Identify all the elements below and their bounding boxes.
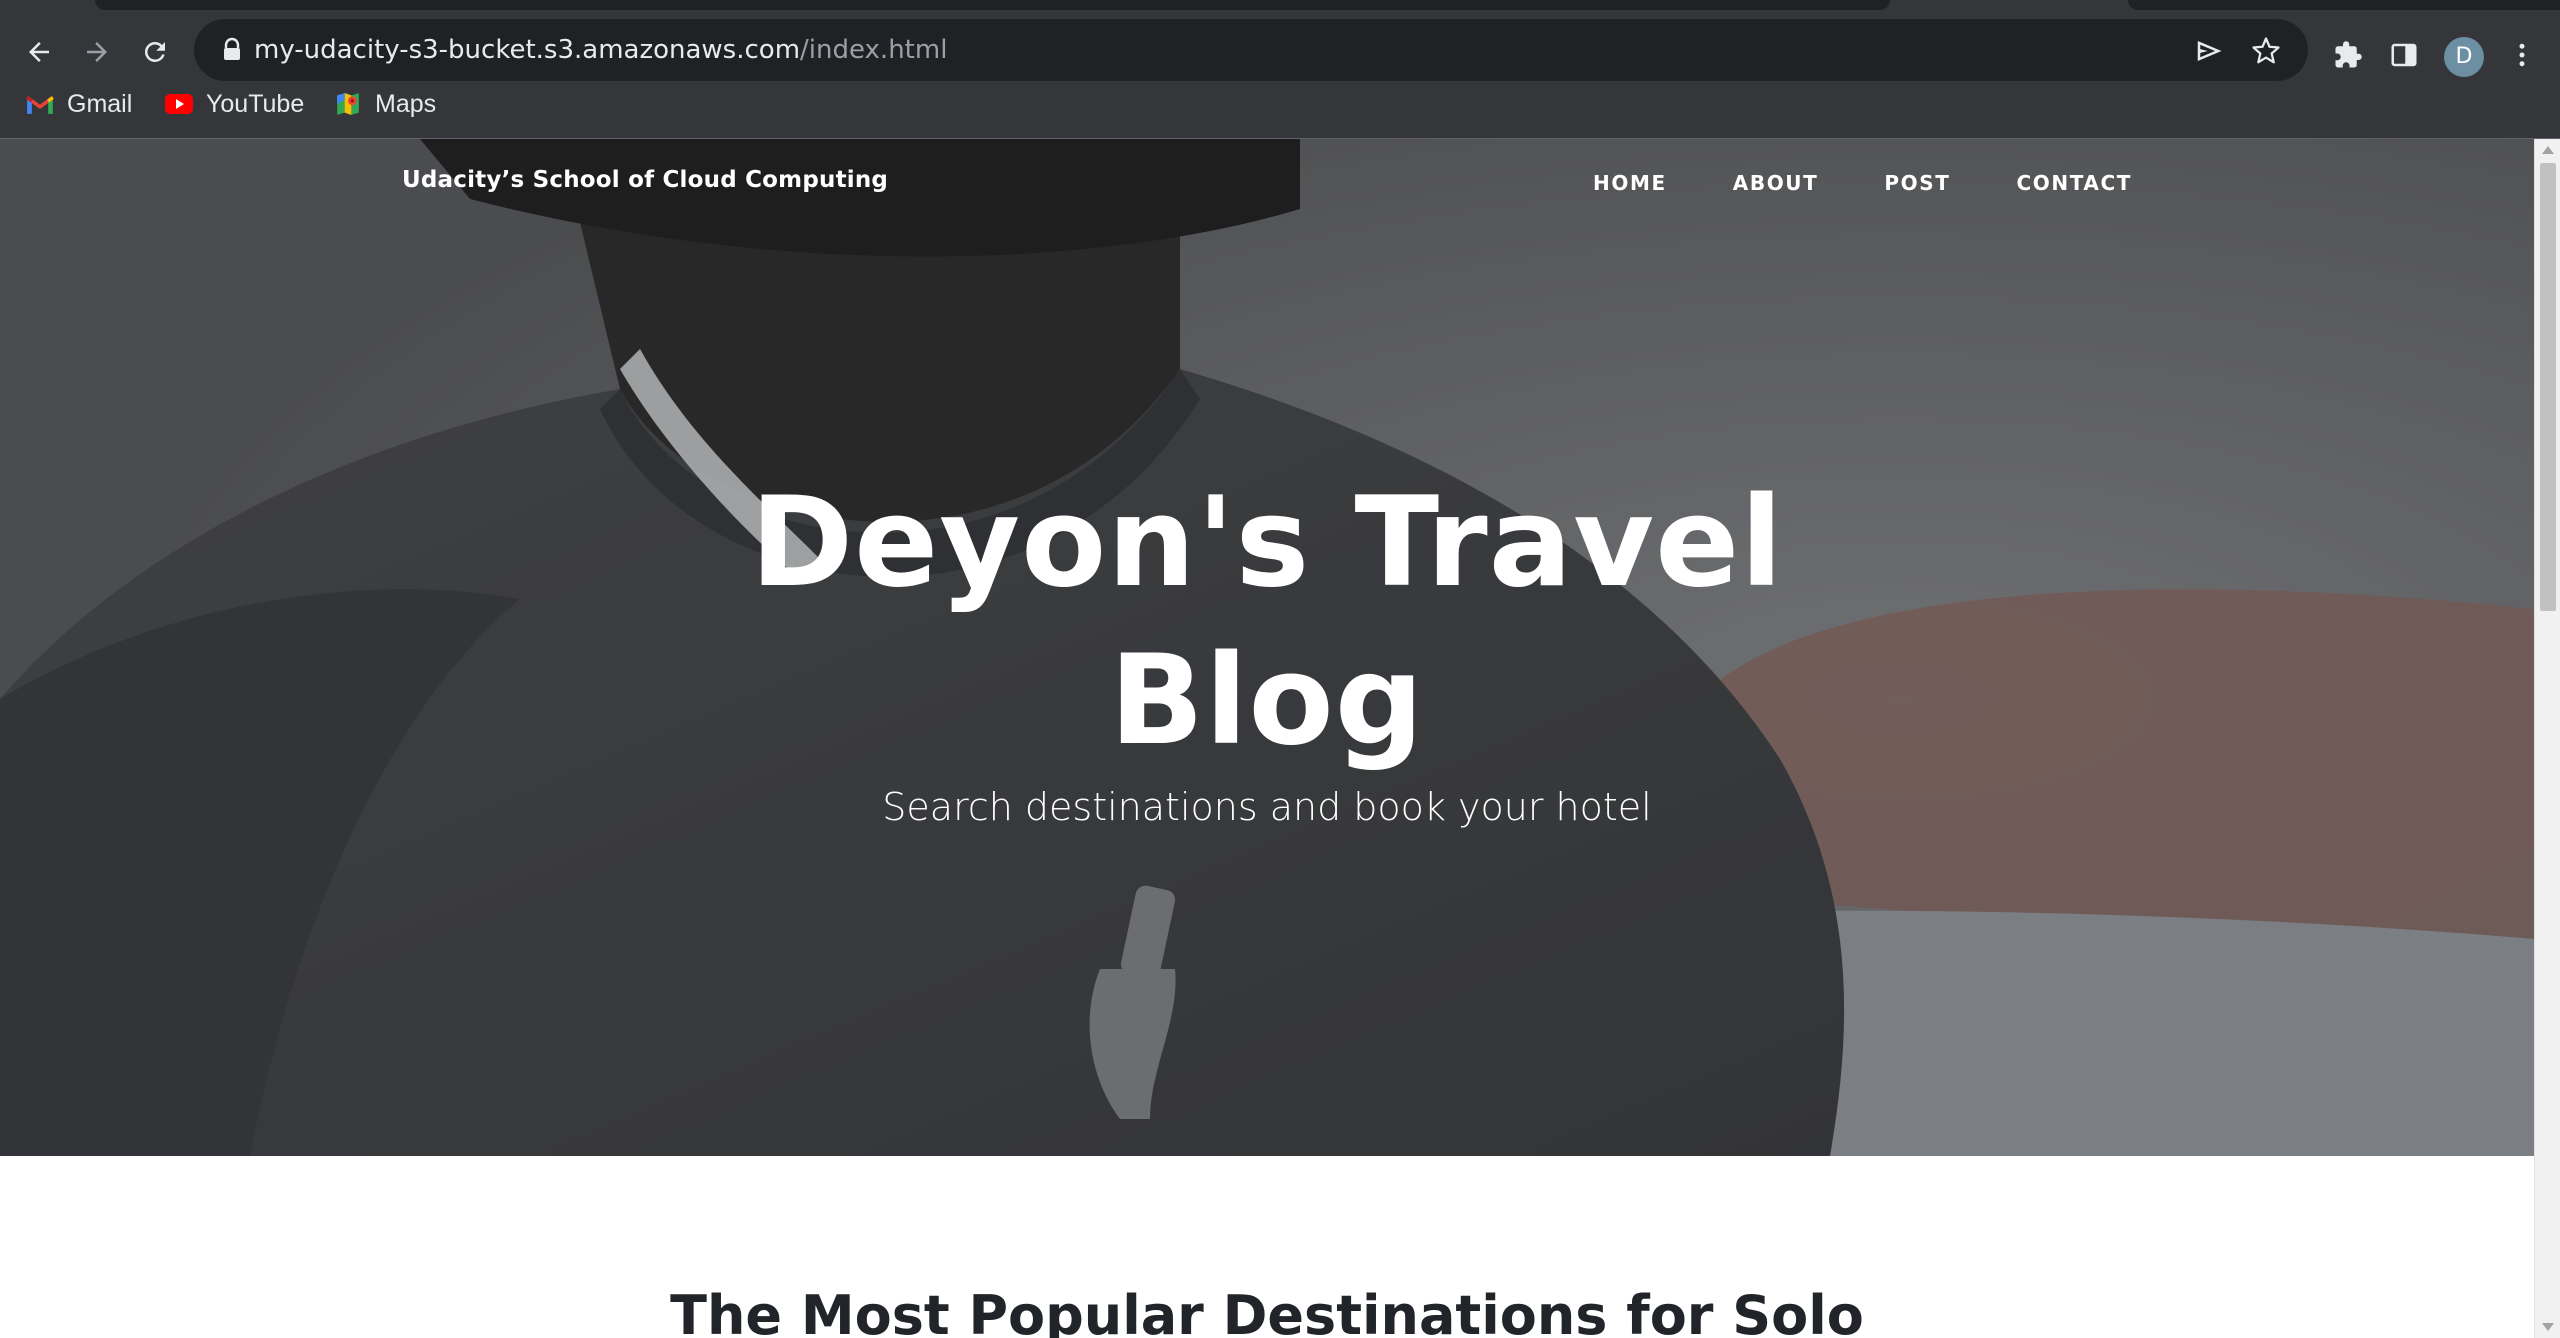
forward-button[interactable] (75, 30, 119, 74)
tab-strip-right (2128, 0, 2560, 10)
site-brand[interactable]: Udacity’s School of Cloud Computing (402, 167, 888, 193)
kebab-menu-icon (2519, 43, 2525, 67)
browser-chrome: my-udacity-s3-bucket.s3.amazonaws.com/in… (0, 0, 2560, 139)
extensions-button[interactable] (2328, 35, 2368, 75)
puzzle-icon (2335, 41, 2362, 68)
side-panel-icon (2391, 43, 2417, 67)
hero-masthead: iRecharge Udacity’s School of Cloud Comp… (0, 139, 2534, 1156)
site-navbar: HOME ABOUT POST CONTACT (1527, 171, 2132, 195)
address-bar[interactable]: my-udacity-s3-bucket.s3.amazonaws.com/in… (194, 19, 2308, 81)
back-button[interactable] (17, 30, 61, 74)
nav-link-contact[interactable]: CONTACT (2016, 171, 2132, 195)
reload-icon (144, 41, 165, 62)
bookmark-label: YouTube (206, 89, 305, 118)
bookmark-star-button[interactable] (2248, 33, 2284, 69)
scrollbar-thumb[interactable] (2540, 163, 2556, 611)
hero-title-line-1: Deyon's Travel (750, 471, 1784, 615)
nav-link-home[interactable]: HOME (1593, 171, 1667, 195)
page-scrollbar[interactable] (2534, 139, 2560, 1338)
hero-title: Deyon's Travel Blog (0, 464, 2534, 780)
url-path: /index.html (800, 35, 948, 65)
youtube-icon (164, 89, 194, 119)
hero-title-line-2: Blog (1109, 629, 1425, 773)
tab-strip (95, 0, 1890, 10)
browser-toolbar: my-udacity-s3-bucket.s3.amazonaws.com/in… (0, 14, 2560, 81)
star-icon (2252, 37, 2280, 64)
arrow-left-icon (29, 42, 49, 62)
page-viewport: iRecharge Udacity’s School of Cloud Comp… (0, 139, 2534, 1338)
profile-avatar[interactable]: D (2444, 37, 2484, 77)
bookmark-gmail[interactable]: Gmail (25, 82, 132, 126)
bookmark-maps[interactable]: Maps (333, 82, 436, 126)
bookmark-label: Maps (375, 89, 437, 118)
gmail-icon (25, 89, 55, 119)
bookmark-label: Gmail (67, 89, 133, 118)
url-text[interactable]: my-udacity-s3-bucket.s3.amazonaws.com/in… (254, 32, 947, 68)
bookmark-youtube[interactable]: YouTube (164, 82, 304, 126)
browser-menu-button[interactable] (2502, 35, 2542, 75)
url-host: my-udacity-s3-bucket.s3.amazonaws.com (254, 35, 801, 65)
scroll-down-arrow-icon[interactable] (2535, 1316, 2560, 1338)
scroll-up-arrow-icon[interactable] (2535, 139, 2560, 161)
side-panel-button[interactable] (2384, 35, 2424, 75)
send-to-device-button[interactable] (2191, 33, 2227, 69)
section-heading: The Most Popular Destinations for Solo (670, 1284, 1864, 1338)
bookmarks-bar: Gmail YouTube Maps (0, 82, 2560, 126)
lock-icon (224, 37, 240, 60)
nav-link-post[interactable]: POST (1884, 171, 1950, 195)
hero-subtitle: Search destinations and book your hotel (882, 785, 1652, 829)
nav-link-about[interactable]: ABOUT (1733, 171, 1819, 195)
send-icon (2197, 41, 2222, 61)
maps-icon (333, 89, 363, 119)
arrow-right-icon (87, 42, 107, 62)
reload-button[interactable] (133, 30, 177, 74)
